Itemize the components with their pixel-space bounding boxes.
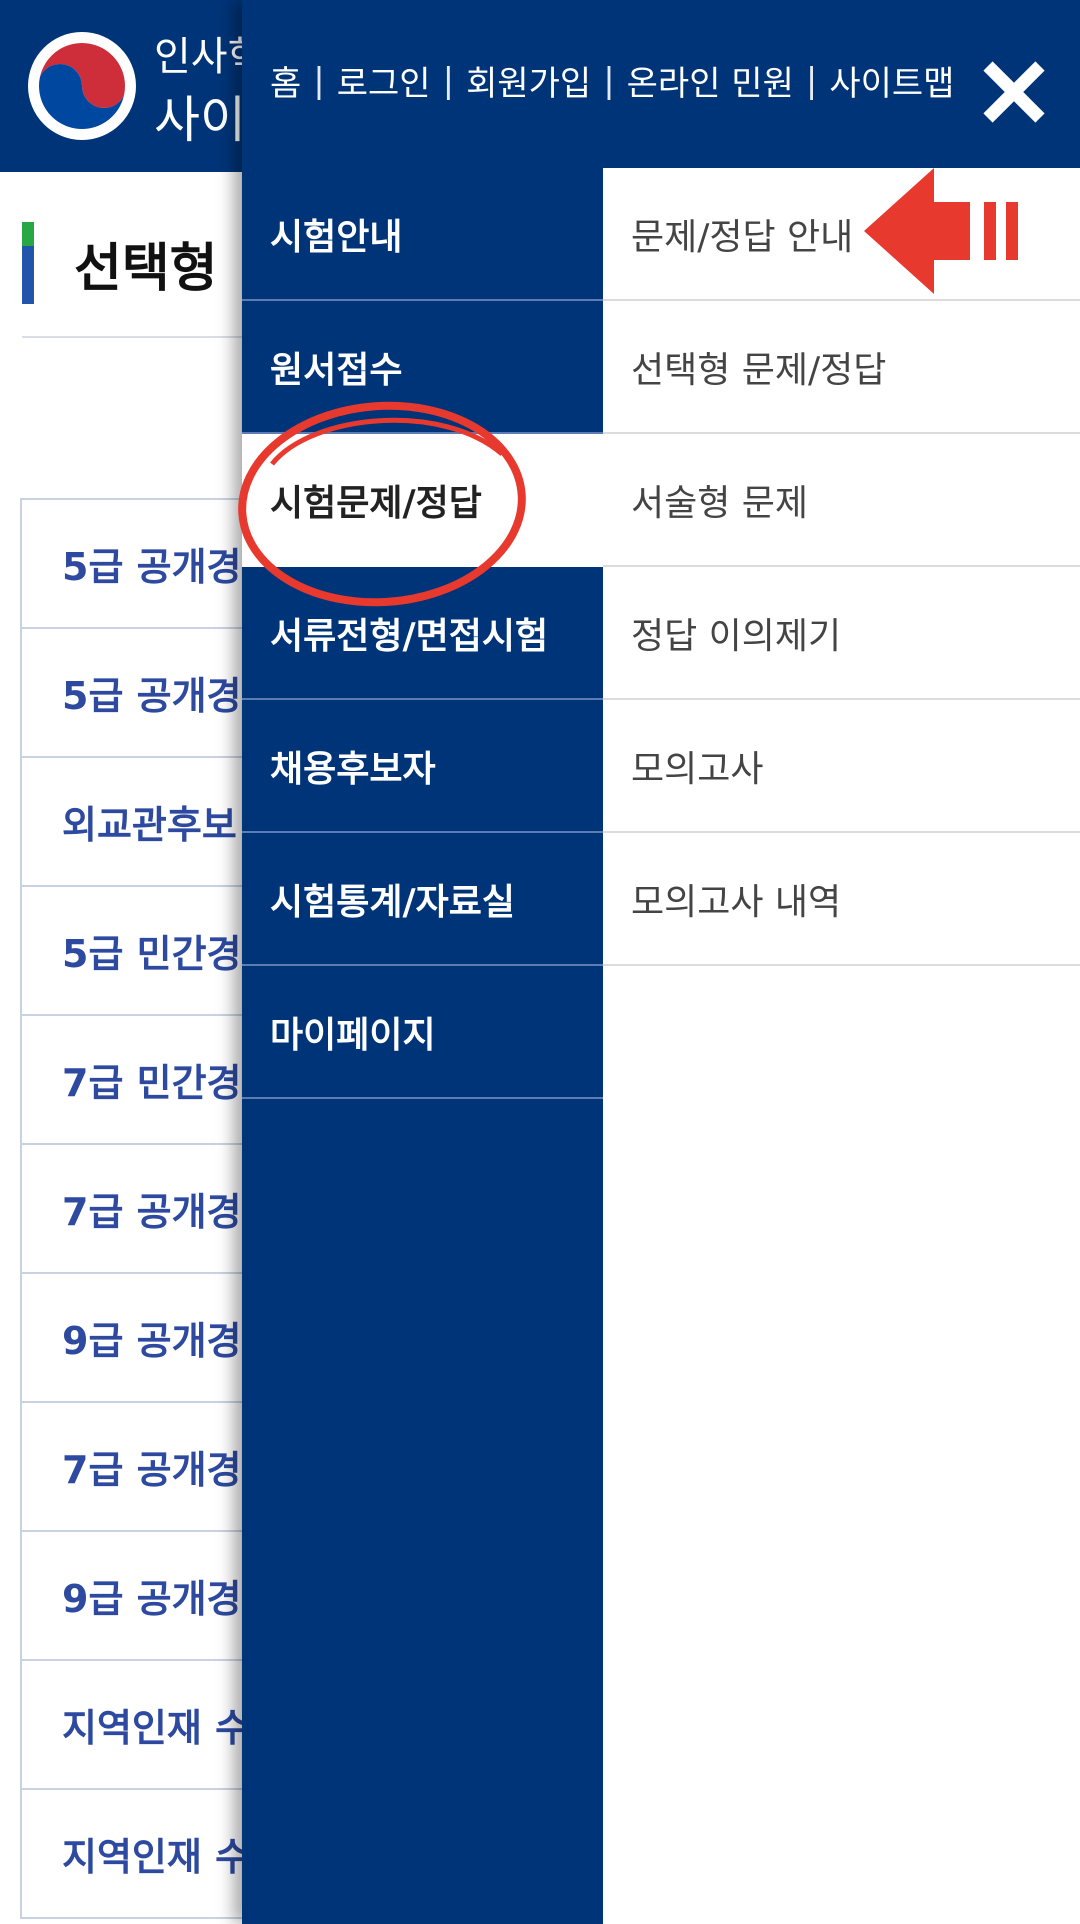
submenu-item-mock-exam[interactable]: 모의고사 <box>603 700 1080 833</box>
menu-item-mypage[interactable]: 마이페이지 <box>242 966 603 1099</box>
annotation-circle <box>238 401 526 607</box>
list-item-label: 7급 민간경 <box>62 1061 242 1105</box>
list-item-label: 7급 공개경 <box>62 1448 242 1492</box>
util-link-online-service[interactable]: 온라인 민원 <box>627 56 794 105</box>
list-item-label: 9급 공개경 <box>62 1577 242 1621</box>
util-link-home[interactable]: 홈 <box>270 56 301 105</box>
util-separator: | <box>313 60 325 101</box>
util-separator: | <box>603 60 615 101</box>
list-item-label: 지역인재 수 <box>62 1835 251 1879</box>
list-item-label: 지역인재 수 <box>62 1706 251 1750</box>
util-link-sitemap[interactable]: 사이트맵 <box>829 56 954 105</box>
government-emblem-icon[interactable] <box>26 30 138 142</box>
list-item-label: 7급 공개경 <box>62 1190 242 1234</box>
list-item-label: 5급 공개경 <box>62 674 242 718</box>
menu-item-statistics[interactable]: 시험통계/자료실 <box>242 833 603 966</box>
list-item-label: 외교관후보 <box>62 803 237 847</box>
site-name-line2: 사이 <box>154 91 246 149</box>
list-item-label: 5급 민간경 <box>62 932 242 976</box>
submenu-item-mock-exam-history[interactable]: 모의고사 내역 <box>603 833 1080 966</box>
util-link-login[interactable]: 로그인 <box>337 56 431 105</box>
utility-nav: 홈 | 로그인 | 회원가입 | 온라인 민원 | 사이트맵 <box>270 56 954 105</box>
menu-item-candidates[interactable]: 채용후보자 <box>242 700 603 833</box>
title-accent-bar <box>22 222 34 304</box>
menu-item-exam-guide[interactable]: 시험안내 <box>242 168 603 301</box>
submenu-item-essay[interactable]: 서술형 문제 <box>603 434 1080 567</box>
submenu-item-answer-objection[interactable]: 정답 이의제기 <box>603 567 1080 700</box>
close-icon[interactable] <box>978 56 1050 128</box>
page-title: 선택형 <box>74 239 218 299</box>
list-item-label: 5급 공개경 <box>62 545 242 589</box>
util-separator: | <box>805 60 818 101</box>
drawer-header: 홈 | 로그인 | 회원가입 | 온라인 민원 | 사이트맵 <box>242 0 1080 168</box>
util-separator: | <box>442 60 455 101</box>
left-arrow-annotation-icon <box>864 168 1018 294</box>
util-link-signup[interactable]: 회원가입 <box>466 56 591 105</box>
submenu-item-multiple-choice[interactable]: 선택형 문제/정답 <box>603 301 1080 434</box>
list-item-label: 9급 공개경 <box>62 1319 242 1363</box>
